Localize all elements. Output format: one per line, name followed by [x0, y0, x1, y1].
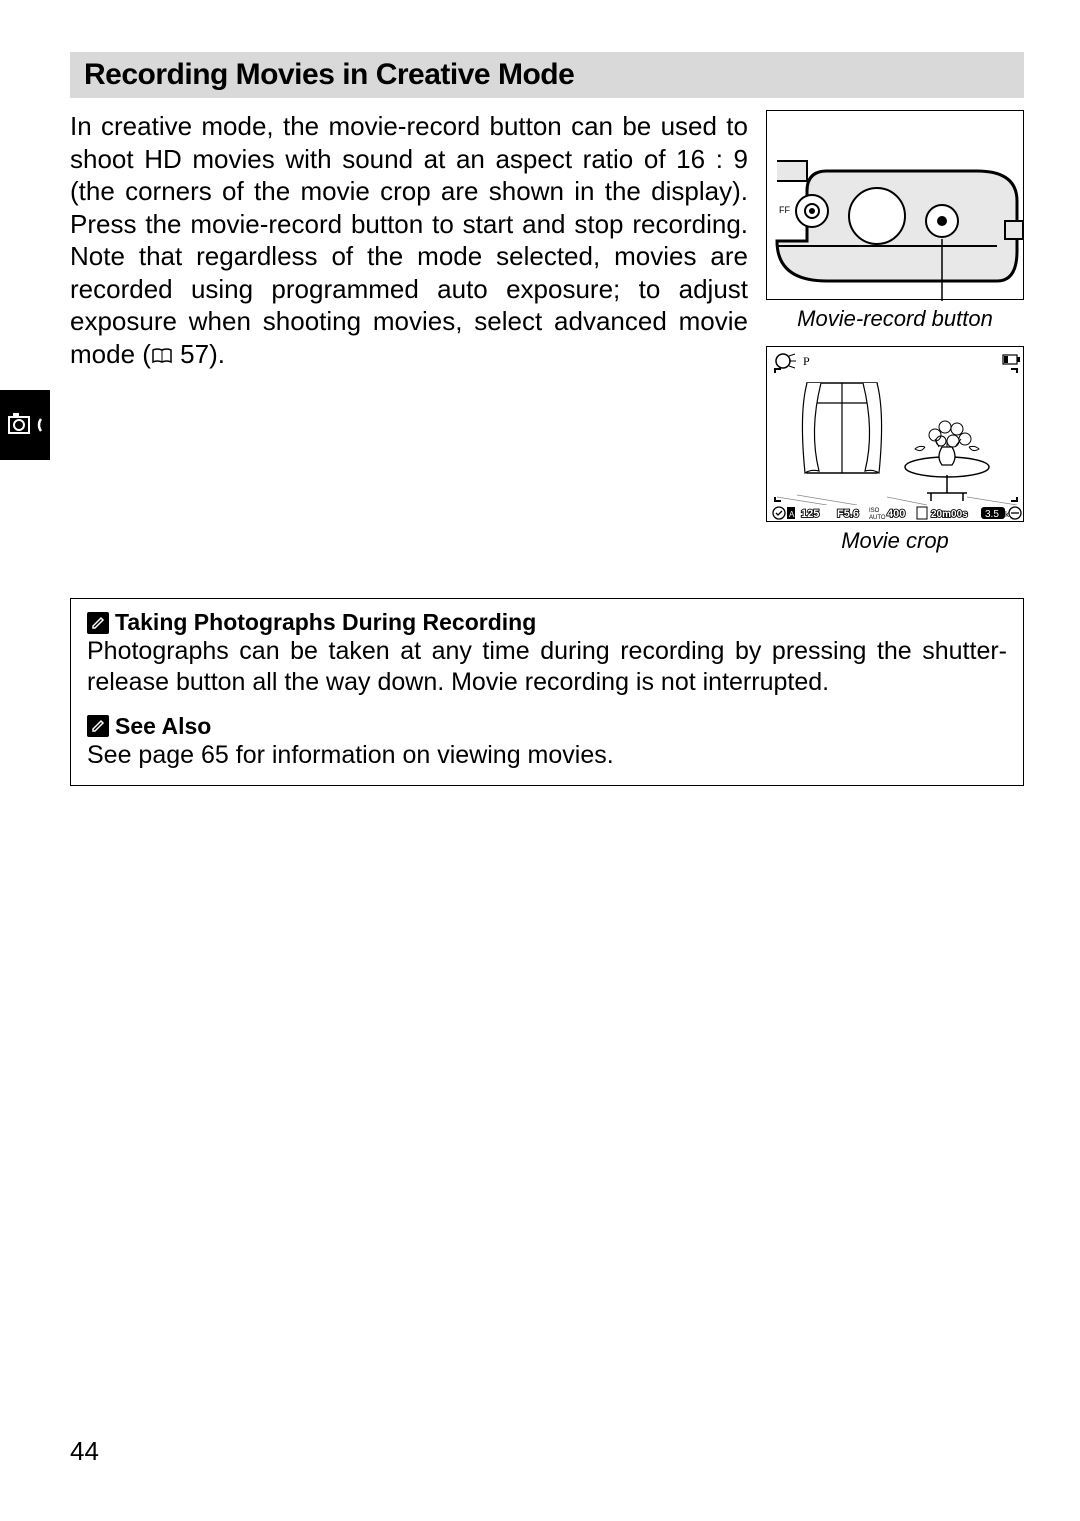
figure-column: FF Movie-record button: [766, 110, 1024, 568]
figure-movie-crop: P: [766, 346, 1024, 522]
body-text-b: ).: [209, 339, 225, 369]
status-k: 3.5: [985, 509, 999, 520]
section-heading-text: Recording Movies in Creative Mode: [84, 58, 574, 91]
status-shutter: 125: [801, 508, 819, 520]
note-box: Taking Photographs During Recording Phot…: [70, 598, 1024, 786]
display-illustration: P: [767, 347, 1025, 523]
status-aperture: F5.6: [837, 508, 859, 520]
note-body-1: Photographs can be taken at any time dur…: [87, 636, 1007, 699]
figure-movie-record-button: FF: [766, 110, 1024, 300]
body-text-a: In creative mode, the movie-record butto…: [70, 111, 748, 369]
body-page-ref: 57: [180, 339, 209, 369]
page-ref-icon: [151, 340, 173, 373]
svg-text:AUTO: AUTO: [869, 515, 886, 521]
figure1-caption: Movie-record button: [797, 306, 993, 332]
svg-text:ISO: ISO: [869, 508, 880, 514]
note-title-2: See Also: [87, 713, 1007, 740]
section-heading: Recording Movies in Creative Mode: [70, 52, 1024, 98]
camera-mode-icon: [7, 411, 43, 439]
note-body-2: See page 65 for information on viewing m…: [87, 740, 1007, 771]
note-title-1: Taking Photographs During Recording: [87, 609, 1007, 636]
status-iso: 400: [887, 508, 905, 520]
content-row: In creative mode, the movie-record butto…: [70, 110, 1024, 568]
svg-text:AF: AF: [789, 510, 799, 519]
note-title-2-text: See Also: [115, 713, 211, 740]
pencil-icon: [87, 715, 109, 737]
manual-page: Recording Movies in Creative Mode In cre…: [0, 0, 1080, 1521]
pencil-icon: [87, 612, 109, 634]
body-paragraph: In creative mode, the movie-record butto…: [70, 110, 748, 568]
figure2-caption: Movie crop: [841, 528, 949, 554]
section-tab: [0, 390, 50, 460]
page-number: 44: [70, 1436, 99, 1467]
svg-text:FF: FF: [779, 205, 790, 215]
svg-text:P: P: [803, 354, 810, 368]
status-time: 20m00s: [931, 509, 968, 520]
note-title-1-text: Taking Photographs During Recording: [115, 609, 536, 636]
camera-top-illustration: FF: [767, 111, 1025, 301]
